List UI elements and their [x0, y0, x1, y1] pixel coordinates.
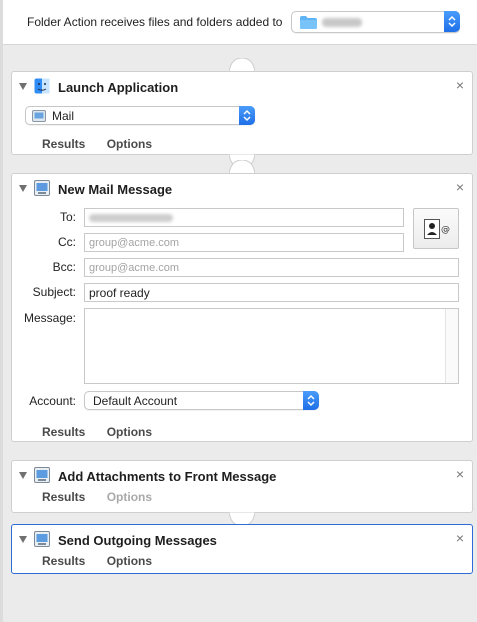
- tab-options: Options: [106, 490, 153, 504]
- automator-script-icon: [34, 531, 50, 547]
- account-popup[interactable]: Default Account: [84, 391, 319, 410]
- automator-script-icon: [34, 180, 50, 196]
- chevron-updown-icon: [303, 391, 319, 410]
- account-label: Account:: [29, 394, 76, 408]
- close-icon[interactable]: ×: [456, 530, 464, 546]
- chevron-updown-icon: [444, 11, 460, 32]
- action-title: Send Outgoing Messages: [58, 533, 217, 548]
- send-outgoing-messages-action[interactable]: Send Outgoing Messages × Results Options: [11, 524, 473, 574]
- svg-text:@: @: [441, 225, 450, 235]
- close-icon[interactable]: ×: [456, 179, 464, 195]
- application-popup[interactable]: Mail: [25, 106, 255, 125]
- action-title: Launch Application: [58, 80, 179, 95]
- action-tabs: Results Options: [42, 425, 170, 439]
- new-mail-message-action[interactable]: New Mail Message × To: Cc: group@acme.co…: [11, 173, 473, 442]
- cc-label: Cc:: [58, 235, 76, 249]
- message-field[interactable]: [84, 308, 459, 384]
- launch-application-action[interactable]: Launch Application × Mail Results Option…: [11, 71, 473, 155]
- folder-action-label: Folder Action receives files and folders…: [27, 15, 283, 29]
- left-edge: [0, 0, 3, 622]
- tab-results[interactable]: Results: [42, 425, 85, 439]
- account-popup-value: Default Account: [93, 394, 178, 408]
- subject-value: proof ready: [89, 286, 150, 300]
- action-tabs: Results Options: [42, 137, 170, 151]
- disclosure-triangle-icon[interactable]: [19, 472, 27, 479]
- bcc-placeholder: group@acme.com: [89, 262, 180, 274]
- disclosure-triangle-icon[interactable]: [19, 185, 27, 192]
- address-book-button[interactable]: @: [413, 208, 459, 249]
- close-icon[interactable]: ×: [456, 77, 464, 93]
- to-field[interactable]: [84, 208, 404, 227]
- automator-script-icon: [34, 467, 50, 483]
- add-attachments-action[interactable]: Add Attachments to Front Message × Resul…: [11, 460, 473, 513]
- folder-icon: [300, 16, 317, 29]
- tab-options[interactable]: Options: [107, 554, 152, 568]
- close-icon[interactable]: ×: [456, 466, 464, 482]
- tab-options[interactable]: Options: [107, 137, 152, 151]
- mail-app-icon: [32, 110, 46, 122]
- disclosure-triangle-icon[interactable]: [19, 83, 27, 90]
- tab-results[interactable]: Results: [42, 554, 85, 568]
- chevron-updown-icon: [239, 106, 255, 125]
- cc-field[interactable]: group@acme.com: [84, 233, 404, 252]
- action-connector: [229, 58, 255, 72]
- message-scrollbar[interactable]: [445, 309, 458, 383]
- folder-popup[interactable]: [291, 11, 460, 33]
- to-label: To:: [59, 210, 76, 224]
- tab-results[interactable]: Results: [42, 490, 85, 504]
- message-label: Message:: [23, 311, 76, 325]
- application-popup-value: Mail: [52, 109, 75, 123]
- action-tabs: Results Options: [42, 490, 170, 504]
- disclosure-triangle-icon[interactable]: [19, 536, 27, 543]
- bcc-field[interactable]: group@acme.com: [84, 258, 459, 277]
- finder-icon: [34, 78, 50, 94]
- folder-name-redacted: [322, 18, 362, 27]
- to-address-redacted: [89, 214, 173, 222]
- cc-placeholder: group@acme.com: [89, 237, 180, 249]
- action-connector: [229, 160, 255, 174]
- subject-field[interactable]: proof ready: [84, 283, 459, 302]
- tab-options[interactable]: Options: [107, 425, 152, 439]
- action-tabs: Results Options: [42, 554, 170, 568]
- action-title: Add Attachments to Front Message: [58, 469, 277, 484]
- bcc-label: Bcc:: [52, 260, 76, 274]
- tab-results[interactable]: Results: [42, 137, 85, 151]
- action-title: New Mail Message: [58, 182, 173, 197]
- workflow-header: Folder Action receives files and folders…: [3, 0, 477, 45]
- subject-label: Subject:: [32, 285, 76, 299]
- contact-card-icon: @: [424, 219, 450, 239]
